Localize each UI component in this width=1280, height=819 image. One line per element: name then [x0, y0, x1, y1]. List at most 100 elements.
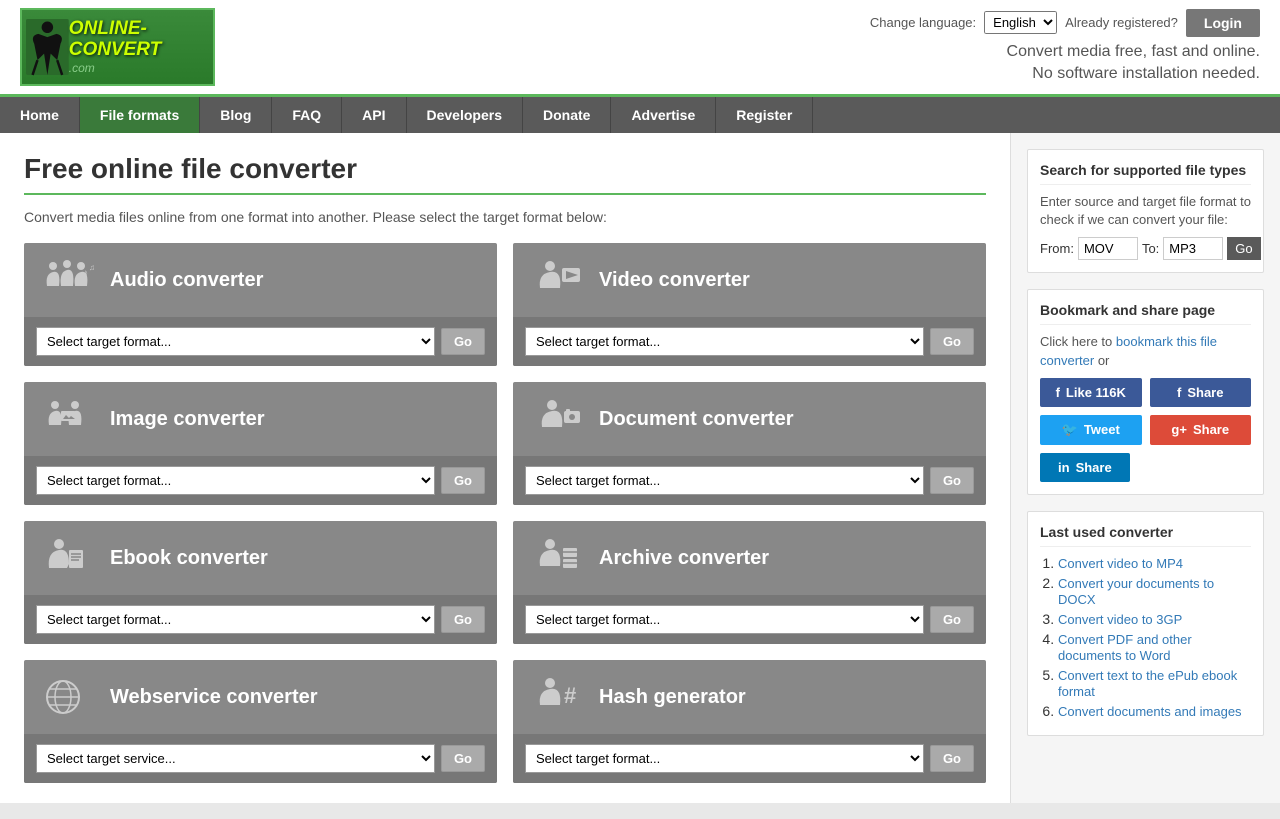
image-converter-card: Image converter Select target format... … — [24, 382, 497, 505]
page-title: Free online file converter — [24, 153, 986, 185]
hash-generator-card: # Hash generator Select target format...… — [513, 660, 986, 783]
twitter-tweet-button[interactable]: 🐦 Tweet — [1040, 415, 1142, 445]
linkedin-share-button[interactable]: in Share — [1040, 453, 1130, 482]
nav-file-formats[interactable]: File formats — [80, 97, 200, 133]
bookmark-section: Bookmark and share page Click here to bo… — [1027, 289, 1264, 494]
nav-api[interactable]: API — [342, 97, 406, 133]
audio-converter-controls: Select target format... Go — [24, 317, 497, 366]
image-converter-icon — [41, 397, 96, 442]
facebook-like-button[interactable]: f Like 116K — [1040, 378, 1142, 407]
webservice-go-button[interactable]: Go — [441, 745, 485, 772]
social-row-1: f Like 116K f Share — [1040, 378, 1251, 407]
webservice-converter-controls: Select target service... Go — [24, 734, 497, 783]
facebook-share-button[interactable]: f Share — [1150, 378, 1252, 407]
document-converter-header: Document converter — [513, 382, 986, 456]
webservice-icon — [38, 672, 98, 722]
ebook-go-button[interactable]: Go — [441, 606, 485, 633]
document-format-select[interactable]: Select target format... — [525, 466, 924, 495]
bookmark-text-after: or — [1094, 353, 1109, 368]
archive-converter-controls: Select target format... Go — [513, 595, 986, 644]
already-registered-text: Already registered? — [1065, 15, 1178, 30]
video-converter-card: Video converter Select target format... … — [513, 243, 986, 366]
archive-format-select[interactable]: Select target format... — [525, 605, 924, 634]
to-input[interactable] — [1163, 237, 1223, 260]
webservice-converter-header: Webservice converter — [24, 660, 497, 734]
file-type-search-title: Search for supported file types — [1040, 162, 1251, 185]
ebook-converter-controls: Select target format... Go — [24, 595, 497, 644]
lang-label: Change language: — [870, 15, 976, 30]
document-converter-controls: Select target format... Go — [513, 456, 986, 505]
video-converter-title: Video converter — [599, 269, 750, 292]
document-icon — [527, 394, 587, 444]
twitter-icon: 🐦 — [1062, 422, 1078, 438]
svg-text:#: # — [564, 683, 576, 708]
facebook-share-icon: f — [1177, 385, 1181, 400]
facebook-icon: f — [1056, 385, 1060, 400]
archive-go-button[interactable]: Go — [930, 606, 974, 633]
audio-converter-title: Audio converter — [110, 269, 263, 292]
last-used-item-3[interactable]: Convert video to 3GP — [1058, 612, 1182, 627]
logo-com: .com — [69, 61, 209, 75]
nav-donate[interactable]: Donate — [523, 97, 611, 133]
list-item: Convert documents and images — [1058, 703, 1251, 719]
ebook-format-select[interactable]: Select target format... — [36, 605, 435, 634]
bookmark-text: Click here to bookmark this file convert… — [1040, 333, 1251, 369]
file-type-search-section: Search for supported file types Enter so… — [1027, 149, 1264, 273]
last-used-list: Convert video to MP4 Convert your docume… — [1040, 555, 1251, 719]
title-divider — [24, 193, 986, 195]
logo-silhouette-icon — [26, 13, 69, 81]
last-used-title: Last used converter — [1040, 524, 1251, 547]
video-format-select[interactable]: Select target format... — [525, 327, 924, 356]
list-item: Convert video to 3GP — [1058, 611, 1251, 627]
svg-text:♪: ♪ — [83, 268, 88, 279]
file-type-search-row: From: To: Go — [1040, 237, 1251, 260]
main-content: Free online file converter Convert media… — [0, 133, 1010, 803]
hash-generator-title: Hash generator — [599, 686, 746, 709]
nav-developers[interactable]: Developers — [407, 97, 523, 133]
document-converter-icon — [530, 397, 585, 442]
audio-go-button[interactable]: Go — [441, 328, 485, 355]
svg-text:♫: ♫ — [89, 263, 95, 272]
last-used-item-4[interactable]: Convert PDF and other documents to Word — [1058, 632, 1192, 663]
image-converter-title: Image converter — [110, 408, 265, 431]
from-input[interactable] — [1078, 237, 1138, 260]
file-type-search-go-button[interactable]: Go — [1227, 237, 1260, 260]
webservice-converter-card: Webservice converter Select target servi… — [24, 660, 497, 783]
archive-icon — [527, 533, 587, 583]
tagline-line2: No software installation needed. — [1032, 65, 1260, 82]
nav-home[interactable]: Home — [0, 97, 80, 133]
image-format-select[interactable]: Select target format... — [36, 466, 435, 495]
hash-generator-controls: Select target format... Go — [513, 734, 986, 783]
nav-register[interactable]: Register — [716, 97, 813, 133]
image-icon — [38, 394, 98, 444]
hash-generator-icon: # — [530, 675, 585, 720]
googleplus-icon: g+ — [1171, 422, 1187, 437]
last-used-item-1[interactable]: Convert video to MP4 — [1058, 556, 1183, 571]
video-go-button[interactable]: Go — [930, 328, 974, 355]
hash-format-select[interactable]: Select target format... — [525, 744, 924, 773]
last-used-item-6[interactable]: Convert documents and images — [1058, 704, 1242, 719]
file-type-search-desc: Enter source and target file format to c… — [1040, 193, 1251, 229]
nav-faq[interactable]: FAQ — [272, 97, 342, 133]
ebook-converter-header: Ebook converter — [24, 521, 497, 595]
image-go-button[interactable]: Go — [441, 467, 485, 494]
last-used-item-2[interactable]: Convert your documents to DOCX — [1058, 576, 1214, 607]
hash-generator-header: # Hash generator — [513, 660, 986, 734]
logo[interactable]: ONLINE-CONVERT .com — [20, 8, 215, 86]
image-converter-controls: Select target format... Go — [24, 456, 497, 505]
document-converter-card: Document converter Select target format.… — [513, 382, 986, 505]
webservice-converter-icon — [41, 675, 96, 720]
language-select[interactable]: English — [984, 11, 1057, 34]
last-used-item-5[interactable]: Convert text to the ePub ebook format — [1058, 668, 1237, 699]
list-item: Convert PDF and other documents to Word — [1058, 631, 1251, 663]
nav-blog[interactable]: Blog — [200, 97, 272, 133]
archive-converter-icon — [530, 536, 585, 581]
webservice-format-select[interactable]: Select target service... — [36, 744, 435, 773]
social-row-3: in Share — [1040, 453, 1251, 482]
hash-go-button[interactable]: Go — [930, 745, 974, 772]
nav-advertise[interactable]: Advertise — [611, 97, 716, 133]
login-button[interactable]: Login — [1186, 9, 1260, 37]
document-go-button[interactable]: Go — [930, 467, 974, 494]
googleplus-share-button[interactable]: g+ Share — [1150, 415, 1252, 445]
audio-format-select[interactable]: Select target format... — [36, 327, 435, 356]
